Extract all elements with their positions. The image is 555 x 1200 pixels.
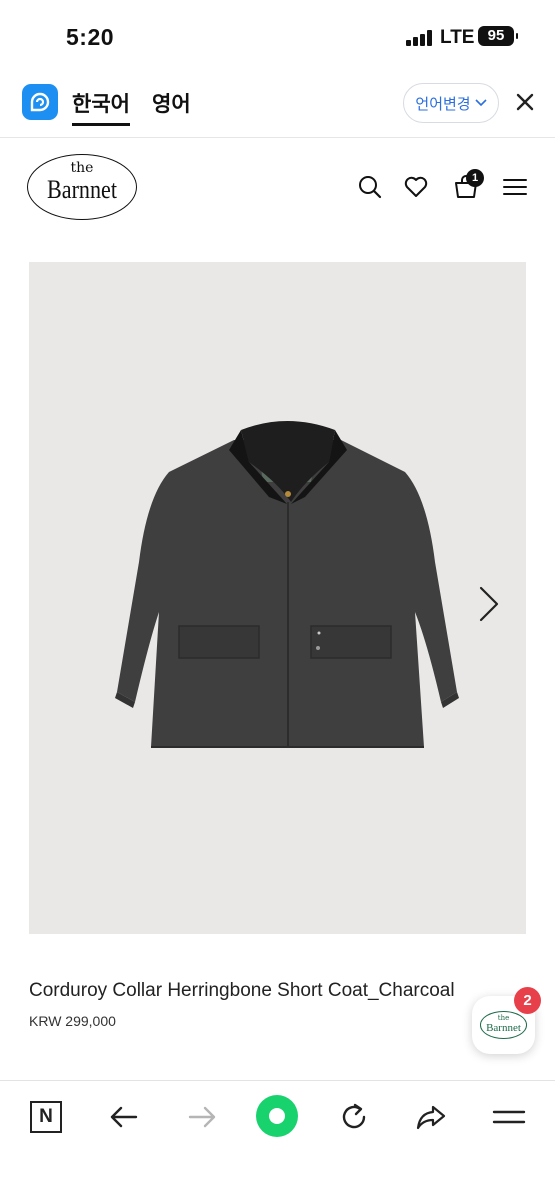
cart-count-badge: 1	[466, 169, 484, 187]
status-bar: 5:20 LTE 95	[0, 0, 555, 70]
brand-logo[interactable]: the Barnnet	[27, 154, 137, 220]
browser-toolbar: N	[0, 1080, 555, 1200]
menu-icon[interactable]	[502, 174, 528, 200]
back-arrow-icon[interactable]	[106, 1099, 142, 1135]
chat-logo-the: the	[497, 1014, 510, 1022]
search-icon[interactable]	[357, 174, 383, 200]
battery-icon: 95	[478, 26, 518, 46]
logo-name: Barnnet	[47, 175, 117, 204]
chat-brand-logo: the Barnnet	[480, 1011, 527, 1039]
close-icon[interactable]	[515, 92, 535, 112]
network-label: LTE	[440, 27, 475, 48]
change-language-button[interactable]: 언어변경	[403, 83, 499, 123]
tab-english[interactable]: 영어	[152, 88, 191, 118]
chat-logo-name: Barnnet	[486, 1022, 521, 1034]
site-header: the Barnnet 1	[0, 140, 555, 235]
naver-n-icon[interactable]: N	[30, 1101, 62, 1133]
change-language-label: 언어변경	[415, 95, 471, 113]
forward-arrow-icon[interactable]	[184, 1099, 220, 1135]
chevron-down-icon	[475, 99, 487, 107]
papago-icon[interactable]	[22, 84, 58, 120]
product-name[interactable]: Corduroy Collar Herringbone Short Coat_C…	[29, 980, 492, 1002]
coat-illustration	[115, 421, 459, 748]
next-image-arrow-icon[interactable]	[477, 584, 501, 624]
product-image[interactable]	[29, 262, 526, 934]
chat-notification-badge: 2	[514, 987, 541, 1014]
status-time: 5:20	[66, 24, 115, 50]
translate-bar: 한국어 영어 언어변경	[0, 72, 555, 138]
share-icon[interactable]	[413, 1099, 449, 1135]
menu-icon[interactable]	[491, 1099, 527, 1135]
signal-icon	[406, 30, 434, 46]
green-home-icon[interactable]	[256, 1095, 298, 1137]
product-price: KRW 299,000	[29, 1013, 116, 1029]
heart-icon[interactable]	[403, 174, 429, 200]
refresh-icon[interactable]	[336, 1099, 372, 1135]
battery-level: 95	[487, 27, 505, 44]
logo-the: the	[70, 160, 94, 176]
tab-korean[interactable]: 한국어	[72, 88, 130, 126]
